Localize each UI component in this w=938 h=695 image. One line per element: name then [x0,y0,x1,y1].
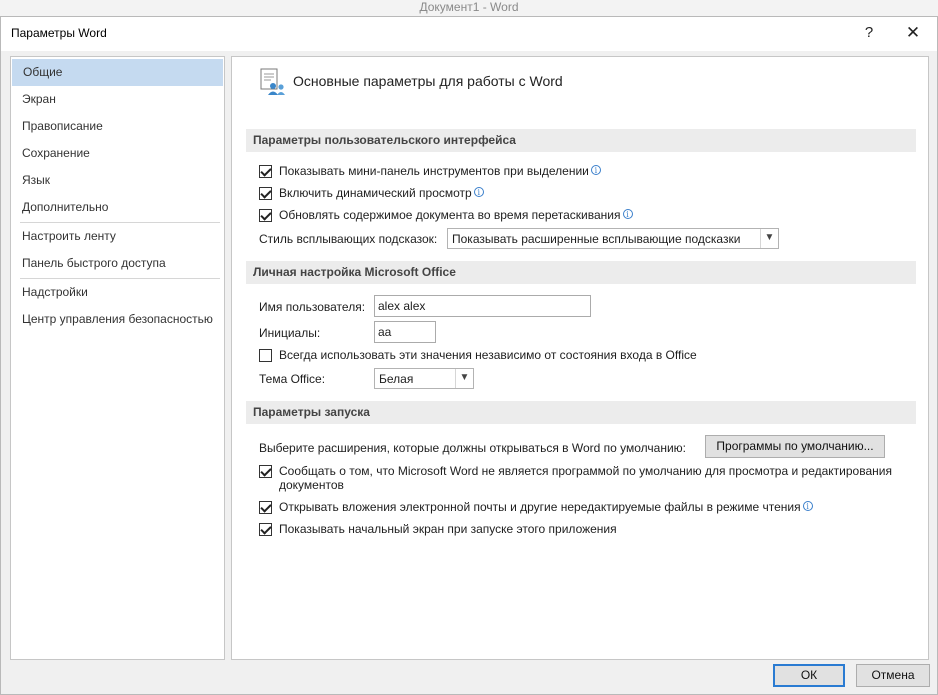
options-sidebar: Общие Экран Правописание Сохранение Язык… [10,56,225,660]
page-title: Основные параметры для работы с Word [293,73,563,89]
start-screen-checkbox[interactable] [259,523,272,536]
chevron-down-icon: ▼ [760,229,778,248]
info-icon: i [590,165,601,175]
office-theme-value: Белая [379,372,414,386]
general-options-icon [260,68,285,95]
sidebar-item-save[interactable]: Сохранение [11,140,224,167]
sidebar-item-proofing[interactable]: Правописание [11,113,224,140]
dialog-title: Параметры Word [11,26,107,40]
always-use-checkbox[interactable] [259,349,272,362]
sidebar-item-trust-center[interactable]: Центр управления безопасностью [11,306,224,333]
sidebar-item-addins[interactable]: Надстройки [11,279,224,306]
default-programs-button[interactable]: Программы по умолчанию... [705,435,885,458]
office-theme-label: Тема Office: [259,372,326,386]
extensions-label: Выберите расширения, которые должны откр… [259,441,687,455]
office-theme-select[interactable]: Белая ▼ [374,368,474,389]
close-button[interactable]: ✕ [891,17,935,49]
update-drag-checkbox[interactable] [259,209,272,222]
info-icon: i [473,187,484,197]
sidebar-item-language[interactable]: Язык [11,167,224,194]
tooltip-style-label: Стиль всплывающих подсказок: [259,232,438,246]
initials-label: Инициалы: [259,326,321,340]
sidebar-item-customize-ribbon[interactable]: Настроить ленту [11,223,224,250]
word-options-dialog: Параметры Word ? ✕ Общие Экран Правописа… [0,16,938,695]
mini-toolbar-checkbox[interactable] [259,165,272,178]
live-preview-checkbox[interactable] [259,187,272,200]
help-button[interactable]: ? [847,17,891,49]
not-default-label: Сообщать о том, что Microsoft Word не яв… [279,464,892,478]
section-header-personal: Личная настройка Microsoft Office [246,261,916,284]
options-content: Основные параметры для работы с Word Пар… [231,56,929,660]
reading-mode-checkbox[interactable] [259,501,272,514]
section-header-startup: Параметры запуска [246,401,916,424]
sidebar-item-quick-access[interactable]: Панель быстрого доступа [11,250,224,277]
dialog-titlebar: Параметры Word ? ✕ [1,17,937,51]
sidebar-item-display[interactable]: Экран [11,86,224,113]
tooltip-style-value: Показывать расширенные всплывающие подск… [452,232,741,246]
live-preview-label: Включить динамический просмотр [279,186,472,200]
mini-toolbar-label: Показывать мини-панель инструментов при … [279,164,589,178]
cancel-button[interactable]: Отмена [856,664,930,687]
username-label: Имя пользователя: [259,300,366,314]
initials-input[interactable]: aa [374,321,436,343]
username-input[interactable]: alex alex [374,295,591,317]
background-window-title: Документ1 - Word [0,0,938,16]
ok-button[interactable]: ОК [773,664,845,687]
section-header-ui: Параметры пользовательского интерфейса [246,129,916,152]
start-screen-label: Показывать начальный экран при запуске э… [279,522,617,536]
update-drag-label: Обновлять содержимое документа во время … [279,208,621,222]
tooltip-style-select[interactable]: Показывать расширенные всплывающие подск… [447,228,779,249]
sidebar-item-advanced[interactable]: Дополнительно [11,194,224,221]
sidebar-item-general[interactable]: Общие [12,59,223,86]
info-icon: i [622,209,633,219]
not-default-checkbox[interactable] [259,465,272,478]
info-icon: i [802,501,813,511]
reading-mode-label: Открывать вложения электронной почты и д… [279,500,801,514]
not-default-label-line2: документов [279,478,344,492]
chevron-down-icon: ▼ [455,369,473,388]
always-use-label: Всегда использовать эти значения независ… [279,348,697,362]
